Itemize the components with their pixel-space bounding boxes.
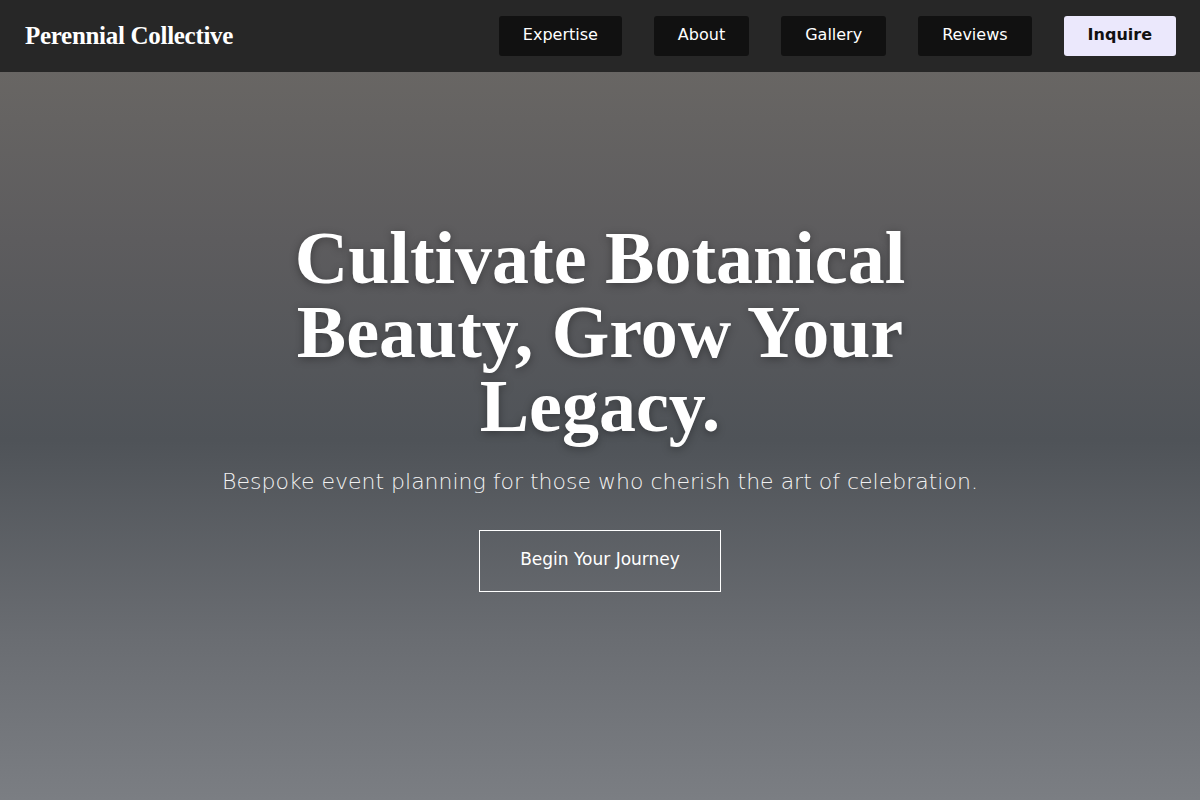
- page: Perennial Collective Expertise About Galle…: [0, 0, 1200, 800]
- hero: Cultivate Botanical Beauty, Grow Your Le…: [0, 72, 1200, 800]
- hero-title: Cultivate Botanical Beauty, Grow Your Le…: [250, 221, 950, 443]
- nav-link[interactable]: Expertise: [499, 16, 622, 56]
- inquire-button[interactable]: Inquire: [1064, 16, 1176, 56]
- nav-link[interactable]: Reviews: [918, 16, 1031, 56]
- nav-link[interactable]: About: [654, 16, 749, 56]
- journey-button[interactable]: Begin Your Journey: [479, 530, 721, 592]
- hero-subtitle: Bespoke event planning for those who che…: [222, 465, 978, 498]
- nav-link[interactable]: Gallery: [781, 16, 886, 56]
- brand-logo[interactable]: Perennial Collective: [25, 17, 233, 55]
- nav-menu: Expertise About Gallery Reviews Inquire: [499, 16, 1176, 56]
- navbar: Perennial Collective Expertise About Galle…: [0, 0, 1200, 72]
